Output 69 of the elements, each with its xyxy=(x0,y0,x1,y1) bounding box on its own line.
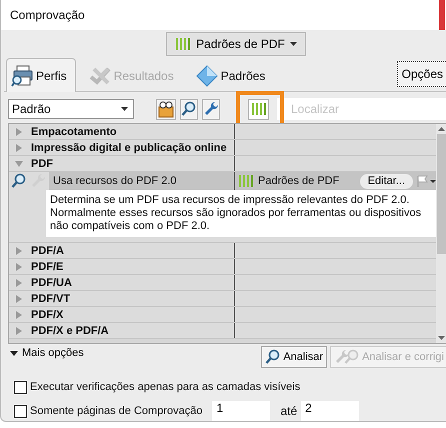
tree-group-label[interactable]: PDF/E xyxy=(31,260,64,272)
collapsed-triangle-icon[interactable] xyxy=(14,278,24,288)
tab[interactable]: Perfis xyxy=(6,58,76,92)
expanded-triangle-icon[interactable] xyxy=(14,158,24,168)
wrench-icon xyxy=(203,101,219,117)
tree-row[interactable]: PDF/UA xyxy=(9,275,437,291)
edit-button[interactable]: Editar... xyxy=(360,174,413,188)
tree-group-label[interactable]: PDF/X xyxy=(31,308,64,320)
caret-icon xyxy=(290,42,297,46)
bars-icon xyxy=(250,102,266,116)
caret-icon xyxy=(121,107,128,111)
box-glasses-button[interactable] xyxy=(156,98,176,120)
collapsed-triangle-icon[interactable] xyxy=(14,262,24,272)
tree-group-label[interactable]: Empacotamento xyxy=(31,126,117,138)
flag-caret-icon[interactable] xyxy=(417,175,437,187)
library-label: Padrões de PDF xyxy=(258,175,340,187)
tree-group-label[interactable]: PDF/VT xyxy=(31,292,70,304)
tree-row[interactable]: PDF/VT xyxy=(9,291,437,307)
bars-icon xyxy=(175,37,192,51)
scrollbar-thumb[interactable] xyxy=(437,134,446,254)
library-dropdown-button[interactable]: Padrões de PDF xyxy=(166,32,306,56)
tree-group-label[interactable]: PDF xyxy=(31,158,53,170)
box-glasses-icon xyxy=(157,100,175,118)
checkbox[interactable]: Somente páginas de Comprovação xyxy=(14,404,202,418)
profile-select[interactable]: Padrão xyxy=(8,99,134,119)
window-title: Comprovação xyxy=(10,8,86,22)
wrench-button[interactable] xyxy=(202,98,220,120)
scroll-up-icon xyxy=(438,127,445,131)
collapsed-triangle-icon[interactable] xyxy=(14,142,24,152)
diamond-icon xyxy=(196,64,218,86)
tree-row[interactable]: Impressão digital e publicação online xyxy=(9,140,437,156)
collapsed-triangle-icon[interactable] xyxy=(14,310,24,320)
check-cross-icon xyxy=(88,64,111,86)
analyze-button[interactable]: Analisar xyxy=(261,346,328,368)
checkbox[interactable]: Executar verificações apenas para as camadas visíveis xyxy=(14,380,300,394)
bars-icon xyxy=(238,174,254,188)
scrollbar[interactable] xyxy=(436,124,446,343)
search-icon xyxy=(181,101,197,117)
options-button[interactable]: Opções xyxy=(396,61,446,87)
collapsed-triangle-icon[interactable] xyxy=(14,294,24,304)
collapsed-triangle-icon[interactable] xyxy=(14,326,24,336)
collapsed-triangle-icon[interactable] xyxy=(14,246,24,256)
tree-group-label[interactable]: Impressão digital e publicação online xyxy=(31,142,227,154)
page-from-field[interactable]: 1 xyxy=(212,401,270,421)
tree-item-label: Usa recursos do PDF 2.0 xyxy=(49,172,234,190)
wrench-icon xyxy=(30,173,46,189)
wrench-magnifier-icon xyxy=(334,349,360,365)
tree-row[interactable]: PDF/A xyxy=(9,243,437,259)
tab[interactable]: Padrões xyxy=(190,59,274,91)
filter-button[interactable] xyxy=(248,98,269,120)
tree-group-label[interactable]: PDF/X e PDF/A xyxy=(31,324,109,336)
description-text: Determina se um PDF usa recursos de impressão relevantes do PDF 2.0. Normalmente esses recursos são ignorados por ferramentas ou dispositivos não compatíveis com o PDF 2.0. xyxy=(46,190,437,237)
search-field[interactable]: Localizar xyxy=(277,98,446,120)
tree-row[interactable]: PDF/X e PDF/A xyxy=(9,323,437,339)
range-label: até xyxy=(280,404,298,418)
tree-group-label[interactable]: PDF/A xyxy=(31,244,64,256)
page-to-field[interactable]: 2 xyxy=(301,401,360,421)
tree-row[interactable]: PDF xyxy=(9,156,437,172)
collapsed-triangle-icon[interactable] xyxy=(14,126,24,136)
tree-row[interactable]: Empacotamento xyxy=(9,124,437,140)
more-options-toggle[interactable]: Mais opções xyxy=(8,347,84,359)
tree-row[interactable]: PDF/X xyxy=(9,307,437,323)
search-icon xyxy=(11,173,27,189)
printer-magnifier-icon xyxy=(11,64,33,86)
tree-group-label[interactable]: PDF/UA xyxy=(31,276,72,288)
tree-row[interactable]: PDF/E xyxy=(9,259,437,275)
search-button[interactable] xyxy=(180,98,198,120)
scroll-down-icon xyxy=(438,336,445,340)
search-icon xyxy=(265,349,282,365)
